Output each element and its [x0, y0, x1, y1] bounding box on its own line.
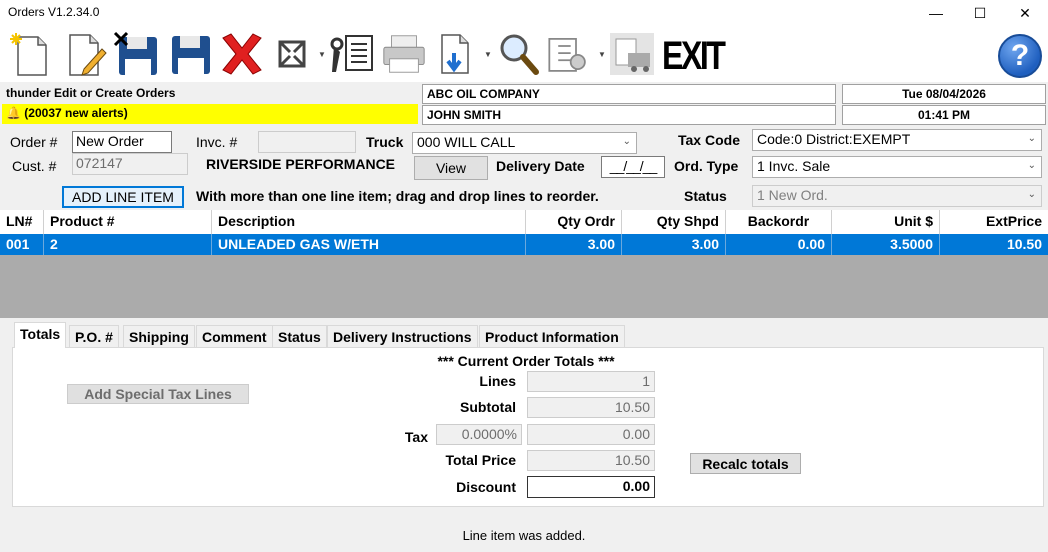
- user-name: JOHN SMITH: [422, 105, 836, 125]
- totals-heading: *** Current Order Totals ***: [437, 353, 615, 369]
- column-header-ext-price[interactable]: ExtPrice: [940, 210, 1048, 234]
- column-header-description[interactable]: Description: [212, 210, 526, 234]
- delete-icon[interactable]: [218, 30, 266, 78]
- recalc-totals-button[interactable]: Recalc totals: [690, 453, 801, 474]
- chevron-down-icon: ⌄: [1027, 189, 1036, 200]
- delivery-date-label: Delivery Date: [496, 158, 585, 174]
- expand-icon[interactable]: [268, 30, 316, 78]
- alerts-banner[interactable]: 🔔 (20037 new alerts): [2, 104, 418, 124]
- invoice-number-field[interactable]: [258, 131, 356, 153]
- chevron-down-icon: ⌄: [1027, 133, 1036, 144]
- invc-label: Invc. #: [196, 134, 238, 150]
- column-header-unit[interactable]: Unit $: [832, 210, 940, 234]
- table-row-unit[interactable]: 3.5000: [832, 234, 940, 255]
- current-time: 01:41 PM: [842, 105, 1046, 125]
- table-row-product[interactable]: 2: [44, 234, 212, 255]
- exit-button[interactable]: EXIT: [662, 34, 726, 79]
- ord-type-label: Ord. Type: [674, 158, 739, 174]
- subtotal-label: Subtotal: [460, 399, 516, 415]
- lines-label: Lines: [479, 373, 516, 389]
- export-dropdown-icon[interactable]: ▼: [484, 50, 492, 59]
- title-bar: [0, 0, 1048, 26]
- column-header-backordr[interactable]: Backordr: [726, 210, 832, 234]
- tax-code-value: Code:0 District:EXEMPT: [757, 131, 911, 147]
- company-name: ABC OIL COMPANY: [422, 84, 836, 104]
- discount-label: Discount: [456, 479, 516, 495]
- total-price-label: Total Price: [445, 452, 516, 468]
- current-date: Tue 08/04/2026: [842, 84, 1046, 104]
- tab-totals[interactable]: Totals: [14, 322, 67, 348]
- table-row-qty-shpd[interactable]: 3.00: [622, 234, 726, 255]
- discount-input[interactable]: 0.00: [527, 476, 655, 498]
- delivery-truck-icon[interactable]: [608, 30, 656, 78]
- close-window-button[interactable]: ✕: [1002, 0, 1048, 26]
- tab-po-number[interactable]: P.O. #: [69, 325, 119, 347]
- tab-product-information[interactable]: Product Information: [479, 325, 625, 347]
- tab-delivery-instructions[interactable]: Delivery Instructions: [327, 325, 478, 347]
- status-value: 1 New Ord.: [757, 187, 828, 203]
- printer-icon[interactable]: [380, 30, 428, 78]
- settings-dropdown-icon[interactable]: ▼: [598, 50, 606, 59]
- checklist-settings-icon[interactable]: [544, 30, 592, 78]
- subtotal-value: 10.50: [527, 397, 655, 418]
- chevron-down-icon: ⌄: [622, 136, 631, 147]
- tab-shipping[interactable]: Shipping: [123, 325, 195, 347]
- order-label: Order #: [10, 134, 58, 150]
- status-select[interactable]: 1 New Ord. ⌄: [752, 185, 1042, 207]
- help-icon[interactable]: ?: [998, 34, 1042, 78]
- add-line-item-button[interactable]: ADD LINE ITEM: [62, 186, 184, 208]
- truck-select-value: 000 WILL CALL: [417, 134, 516, 150]
- status-label: Status: [684, 188, 727, 204]
- window-title: Orders V1.2.34.0: [8, 5, 100, 19]
- lines-value: 1: [527, 371, 655, 392]
- maximize-button[interactable]: ☐: [957, 0, 1003, 26]
- order-type-select[interactable]: 1 Invc. Sale ⌄: [752, 156, 1042, 178]
- customer-name: RIVERSIDE PERFORMANCE: [206, 156, 396, 172]
- edit-document-icon[interactable]: [62, 30, 110, 78]
- export-document-icon[interactable]: [432, 30, 480, 78]
- status-message: Line item was added.: [462, 528, 586, 543]
- chevron-down-icon: ⌄: [1027, 160, 1036, 171]
- customer-number-field[interactable]: 072147: [72, 153, 188, 175]
- tax-label: Tax: [404, 429, 428, 445]
- tab-comment[interactable]: Comment: [196, 325, 273, 347]
- order-number-field[interactable]: New Order: [72, 131, 172, 153]
- delivery-date-field[interactable]: __/__/__: [601, 156, 665, 178]
- tax-rate-value: 0.0000%: [436, 424, 522, 445]
- expand-dropdown-icon[interactable]: ▼: [318, 50, 326, 59]
- table-row-description[interactable]: UNLEADED GAS W/ETH: [212, 234, 526, 255]
- table-row-qty-ordr[interactable]: 3.00: [526, 234, 622, 255]
- minimize-button[interactable]: —: [913, 0, 959, 26]
- tax-value: 0.00: [527, 424, 655, 445]
- tax-code-select[interactable]: Code:0 District:EXEMPT ⌄: [752, 129, 1042, 151]
- table-row-ln[interactable]: 001: [0, 234, 44, 255]
- truck-label: Truck: [366, 134, 404, 150]
- column-header-qty-ordr[interactable]: Qty Ordr: [526, 210, 622, 234]
- discard-save-icon[interactable]: [112, 30, 160, 78]
- alerts-text: (20037 new alerts): [24, 106, 128, 120]
- table-row-backordr[interactable]: 0.00: [726, 234, 832, 255]
- total-price-value: 10.50: [527, 450, 655, 471]
- column-header-qty-shpd[interactable]: Qty Shpd: [622, 210, 726, 234]
- save-icon[interactable]: [166, 30, 214, 78]
- order-type-value: 1 Invc. Sale: [757, 158, 831, 174]
- tab-status[interactable]: Status: [272, 325, 327, 347]
- new-document-icon[interactable]: [6, 30, 54, 78]
- cust-label: Cust. #: [12, 158, 57, 174]
- column-header-product[interactable]: Product #: [44, 210, 212, 234]
- truck-select[interactable]: 000 WILL CALL ⌄: [412, 132, 637, 154]
- bell-icon: 🔔: [6, 106, 21, 120]
- column-header-ln[interactable]: LN#: [0, 210, 44, 234]
- view-customer-button[interactable]: View: [414, 156, 488, 180]
- search-icon[interactable]: [494, 30, 542, 78]
- tools-list-icon[interactable]: [328, 30, 376, 78]
- add-special-tax-lines-button[interactable]: Add Special Tax Lines: [67, 384, 249, 404]
- table-row-ext-price[interactable]: 10.50: [940, 234, 1048, 255]
- module-title: thunder Edit or Create Orders: [6, 86, 176, 100]
- reorder-hint: With more than one line item; drag and d…: [196, 188, 599, 204]
- tax-code-label: Tax Code: [678, 132, 740, 148]
